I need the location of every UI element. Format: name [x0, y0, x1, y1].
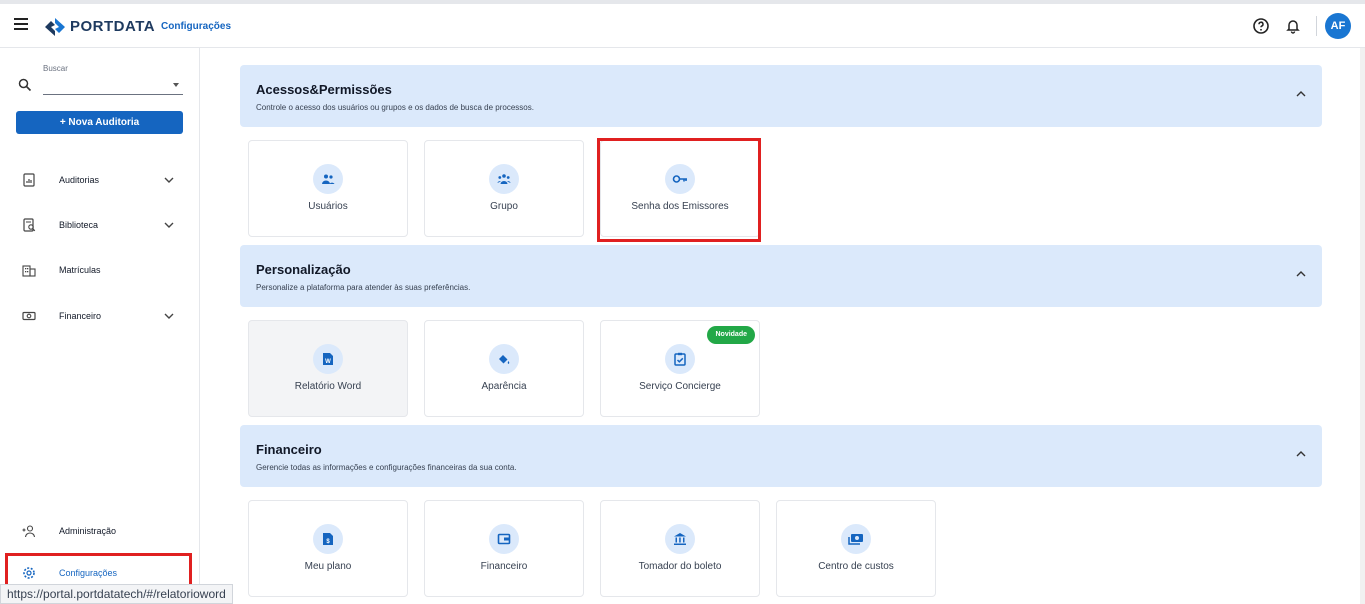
card-meu-plano[interactable]: $ Meu plano — [248, 500, 408, 597]
brand-name: PORTDATA — [70, 18, 156, 35]
users-icon — [313, 164, 343, 194]
card-tomador-boleto[interactable]: Tomador do boleto — [600, 500, 760, 597]
bell-icon[interactable] — [1284, 17, 1302, 35]
card-centro-custos[interactable]: Centro de custos — [776, 500, 936, 597]
menu-icon[interactable] — [14, 18, 28, 30]
sidebar: Buscar + Nova Auditoria Auditorias Bibli… — [0, 48, 200, 604]
status-bar-url: https://portal.portdatatech/#/relatoriow… — [0, 584, 233, 604]
chevron-down-icon[interactable] — [164, 312, 174, 320]
section-description: Personalize a plataforma para atender às… — [256, 283, 471, 292]
report-icon — [23, 173, 35, 187]
chevron-down-icon[interactable] — [164, 221, 174, 229]
bank-icon — [665, 524, 695, 554]
chevron-down-icon[interactable] — [164, 176, 174, 184]
card-label: Usuários — [308, 201, 348, 212]
section-acessos-permissoes: Acessos&Permissões Controle o acesso dos… — [240, 65, 1322, 127]
card-aparencia[interactable]: Aparência — [424, 320, 584, 417]
top-bar: PORTDATA Configurações AF — [0, 0, 1365, 48]
word-doc-icon: W — [313, 344, 343, 374]
section-title: Financeiro — [256, 442, 322, 457]
card-label: Financeiro — [480, 561, 528, 572]
sidebar-item-administracao[interactable]: Administração — [0, 516, 199, 546]
search-input[interactable] — [43, 75, 183, 95]
card-financeiro[interactable]: Financeiro — [424, 500, 584, 597]
library-icon — [23, 218, 36, 232]
section-title: Personalização — [256, 262, 351, 277]
avatar[interactable]: AF — [1325, 13, 1351, 39]
sidebar-item-label: Financeiro — [59, 311, 102, 321]
sidebar-item-matriculas[interactable]: Matrículas — [0, 255, 199, 285]
paint-bucket-icon — [489, 344, 519, 374]
help-icon[interactable] — [1252, 17, 1270, 35]
card-relatorio-word[interactable]: W Relatório Word — [248, 320, 408, 417]
scrollbar[interactable] — [1360, 48, 1365, 604]
card-grupo[interactable]: Grupo — [424, 140, 584, 237]
card-label: Centro de custos — [818, 561, 894, 572]
chevron-up-icon[interactable] — [1296, 90, 1306, 98]
sidebar-item-financeiro[interactable]: Financeiro — [0, 301, 199, 331]
sidebar-item-label: Biblioteca — [59, 220, 99, 230]
breadcrumb[interactable]: Configurações — [161, 21, 231, 32]
card-label: Meu plano — [304, 561, 352, 572]
sidebar-item-biblioteca[interactable]: Biblioteca — [0, 210, 199, 240]
section-financeiro: Financeiro Gerencie todas as informações… — [240, 425, 1322, 487]
card-usuarios[interactable]: Usuários — [248, 140, 408, 237]
sidebar-item-label: Administração — [59, 526, 117, 536]
portdata-logo-icon — [45, 18, 65, 36]
section-title: Acessos&Permissões — [256, 82, 392, 97]
highlight-box — [597, 138, 761, 242]
new-badge: Novidade — [707, 326, 755, 344]
group-icon — [489, 164, 519, 194]
section-description: Controle o acesso dos usuários ou grupos… — [256, 103, 534, 112]
plan-doc-icon: $ — [313, 524, 343, 554]
new-audit-button[interactable]: + Nova Auditoria — [16, 111, 183, 134]
search-label: Buscar — [43, 64, 68, 73]
building-icon — [22, 265, 36, 277]
svg-text:W: W — [325, 359, 331, 365]
sidebar-item-label: Matrículas — [59, 265, 101, 275]
cash-icon — [841, 524, 871, 554]
card-label: Serviço Concierge — [639, 381, 721, 392]
card-label: Aparência — [481, 381, 527, 392]
main-content: Acessos&Permissões Controle o acesso dos… — [200, 48, 1360, 604]
section-personalizacao: Personalização Personalize a plataforma … — [240, 245, 1322, 307]
clipboard-check-icon — [665, 344, 695, 374]
search-icon — [18, 78, 32, 92]
wallet-icon — [489, 524, 519, 554]
chevron-up-icon[interactable] — [1296, 450, 1306, 458]
person-add-icon — [22, 525, 36, 538]
chevron-up-icon[interactable] — [1296, 270, 1306, 278]
card-label: Tomador do boleto — [638, 561, 722, 572]
divider — [1316, 16, 1317, 36]
card-label: Relatório Word — [294, 381, 362, 392]
sidebar-item-auditorias[interactable]: Auditorias — [0, 165, 199, 195]
sidebar-item-label: Auditorias — [59, 175, 100, 185]
card-servico-concierge[interactable]: Novidade Serviço Concierge — [600, 320, 760, 417]
card-label: Grupo — [490, 201, 518, 212]
money-icon — [22, 311, 36, 321]
chevron-down-icon[interactable] — [173, 83, 179, 87]
section-description: Gerencie todas as informações e configur… — [256, 463, 517, 472]
